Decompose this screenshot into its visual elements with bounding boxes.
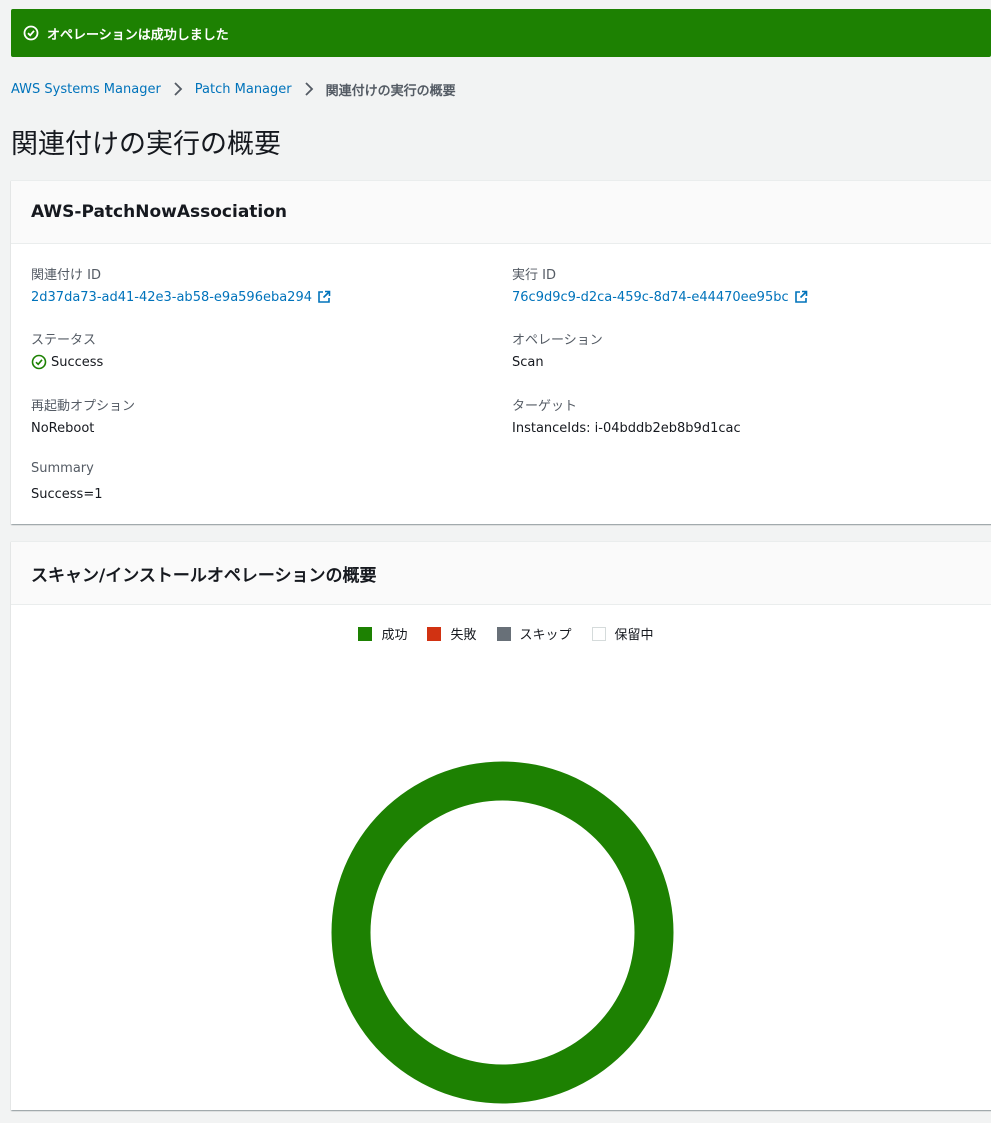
external-link-icon[interactable] [317,290,331,304]
status-field: ステータス Success [31,329,491,371]
external-link-icon[interactable] [794,290,808,304]
target-field: ターゲット InstanceIds: i-04bddb2eb8b9d1cac [512,395,972,437]
panel-header: AWS-PatchNowAssociation [11,181,991,244]
association-id-link[interactable]: 2d37da73-ad41-42e3-ab58-e9a596eba294 [31,290,312,305]
legend-item-pending[interactable]: 保留中 [591,624,654,643]
legend-item-skipped[interactable]: スキップ [496,624,572,643]
association-id-field: 関連付け ID 2d37da73-ad41-42e3-ab58-e9a596eb… [31,264,491,306]
legend-label-success: 成功 [381,628,408,643]
chart-legend: 成功 失敗 スキップ 保留中 [11,624,991,643]
legend-swatch-skipped [496,626,511,641]
chevron-right-icon [173,82,183,96]
summary-value: Success=1 [31,486,103,502]
association-id-label: 関連付け ID [31,268,101,283]
donut-slice-1[interactable] [331,761,674,1104]
success-check-icon [31,354,47,370]
donut-chart [331,761,674,1104]
summary-label: Summary [31,461,94,476]
target-value: InstanceIds: i-04bddb2eb8b9d1cac [512,420,741,436]
check-circle-icon [23,25,39,41]
scan-install-summary-panel: スキャン/インストールオペレーションの概要 成功 失敗 スキップ 保留中 [11,541,991,1110]
breadcrumb-systems-manager[interactable]: AWS Systems Manager [11,82,161,97]
legend-item-success[interactable]: 成功 [358,624,407,643]
legend-swatch-success [358,626,373,641]
legend-swatch-pending [591,626,606,641]
operation-label: オペレーション [512,333,603,348]
legend-item-failed[interactable]: 失敗 [427,624,477,643]
operation-field: オペレーション Scan [512,329,972,371]
breadcrumb: AWS Systems Manager Patch Manager 関連付けの実… [11,79,456,99]
legend-label-pending: 保留中 [614,628,654,643]
association-details-panel: AWS-PatchNowAssociation 関連付け ID 2d37da73… [11,180,991,524]
reboot-option-label: 再起動オプション [31,399,136,414]
chevron-right-icon [304,82,314,96]
status-label: ステータス [31,333,97,348]
reboot-option-field: 再起動オプション NoReboot [31,395,491,437]
page-title: 関連付けの実行の概要 [11,129,281,160]
chart-area: 成功 失敗 スキップ 保留中 [11,605,991,1110]
execution-id-link[interactable]: 76c9d9c9-d2ca-459c-8d74-e44470ee95bc [512,290,789,305]
legend-label-skipped: スキップ [519,628,572,643]
legend-swatch-failed [427,626,442,641]
legend-label-failed: 失敗 [450,628,477,643]
flash-message: オペレーションは成功しました [47,27,229,43]
execution-id-label: 実行 ID [512,268,556,283]
target-label: ターゲット [512,399,578,414]
status-value: Success [51,354,104,370]
success-flash-banner: オペレーションは成功しました [11,9,991,57]
breadcrumb-patch-manager[interactable]: Patch Manager [195,82,292,97]
operation-value: Scan [512,354,544,370]
summary-field: Summary Success=1 [31,461,491,503]
panel-header: スキャン/インストールオペレーションの概要 [11,542,991,605]
execution-id-field: 実行 ID 76c9d9c9-d2ca-459c-8d74-e44470ee95… [512,264,972,306]
reboot-option-value: NoReboot [31,420,95,436]
breadcrumb-current: 関連付けの実行の概要 [325,83,456,99]
